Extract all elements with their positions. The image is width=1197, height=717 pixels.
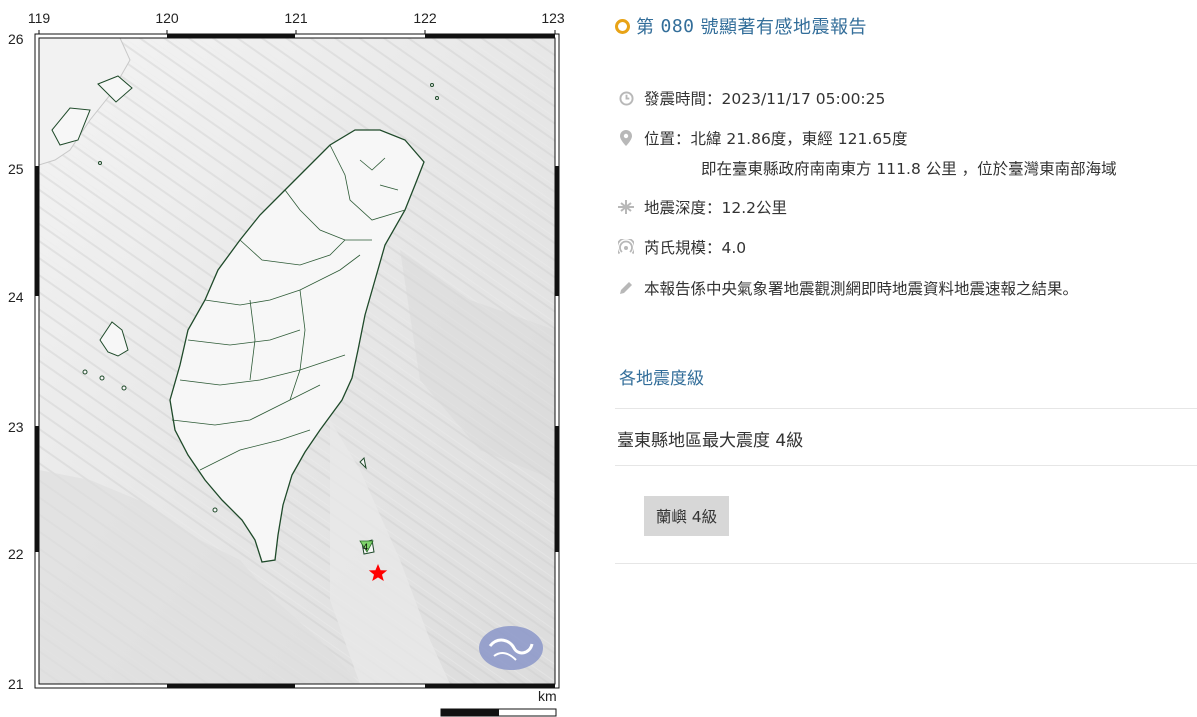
depth-row: 地震深度：12.2公里	[618, 198, 787, 228]
map-graphic: 4	[34, 30, 560, 717]
note-row: 本報告係中央氣象署地震觀測網即時地震資料地震速報之結果。	[618, 279, 1078, 309]
time-row: 發震時間：2023/11/17 05:00:25	[618, 89, 885, 119]
signal-wave-icon	[618, 238, 634, 256]
latitude-label: 22	[8, 546, 24, 562]
report-panel: 第 080 號顯著有感地震報告 發震時間：2023/11/17 05:00:25…	[612, 0, 1197, 717]
divider	[615, 408, 1197, 409]
longitude-label: 121	[284, 10, 308, 26]
title-prefix: 第	[636, 17, 655, 38]
latitude-label: 21	[8, 676, 24, 692]
intensity-section-title: 各地震度級	[619, 369, 704, 389]
location-row: 位置：北緯 21.86度，東經 121.65度 即在臺東縣政府南南東方 111.…	[618, 129, 1117, 189]
location-description: 即在臺東縣政府南南東方 111.8 公里 ，位於臺灣東南部海域	[701, 160, 1117, 178]
longitude-label: 123	[541, 10, 565, 26]
magnitude: 芮氏規模：4.0	[644, 239, 747, 257]
max-intensity: 臺東縣地區最大震度 4級	[617, 431, 804, 451]
report-title: 第 080 號顯著有感地震報告	[615, 12, 867, 40]
map-pin-icon	[618, 129, 634, 147]
scale-unit-label: km	[538, 688, 557, 704]
scale-bar	[440, 708, 557, 717]
latitude-label: 24	[8, 289, 24, 305]
pencil-icon	[618, 279, 634, 297]
depth-icon	[618, 198, 634, 216]
latitude-label: 23	[8, 419, 24, 435]
report-number: 080	[660, 15, 695, 37]
clock-icon	[618, 89, 634, 107]
latitude-label: 25	[8, 161, 24, 177]
earthquake-map: 4 119 120 121 122 123 26 25 24 23 22 21 …	[0, 0, 575, 717]
longitude-label: 119	[27, 10, 51, 26]
depth: 地震深度：12.2公里	[644, 199, 788, 217]
report-note: 本報告係中央氣象署地震觀測網即時地震資料地震速報之結果。	[644, 280, 1079, 298]
longitude-label: 122	[413, 10, 437, 26]
location-coordinates: 位置：北緯 21.86度，東經 121.65度	[644, 130, 908, 148]
title-dot-icon	[615, 18, 630, 34]
svg-text:4: 4	[363, 542, 368, 552]
divider	[615, 465, 1197, 466]
latitude-label: 26	[8, 31, 24, 47]
magnitude-row: 芮氏規模：4.0	[618, 238, 746, 268]
longitude-label: 120	[155, 10, 179, 26]
cwa-logo-icon	[479, 626, 543, 670]
title-suffix: 號顯著有感地震報告	[700, 17, 868, 38]
station-intensity-badge: 蘭嶼 4級	[644, 496, 729, 536]
divider	[615, 563, 1197, 564]
origin-time: 發震時間：2023/11/17 05:00:25	[644, 90, 886, 108]
